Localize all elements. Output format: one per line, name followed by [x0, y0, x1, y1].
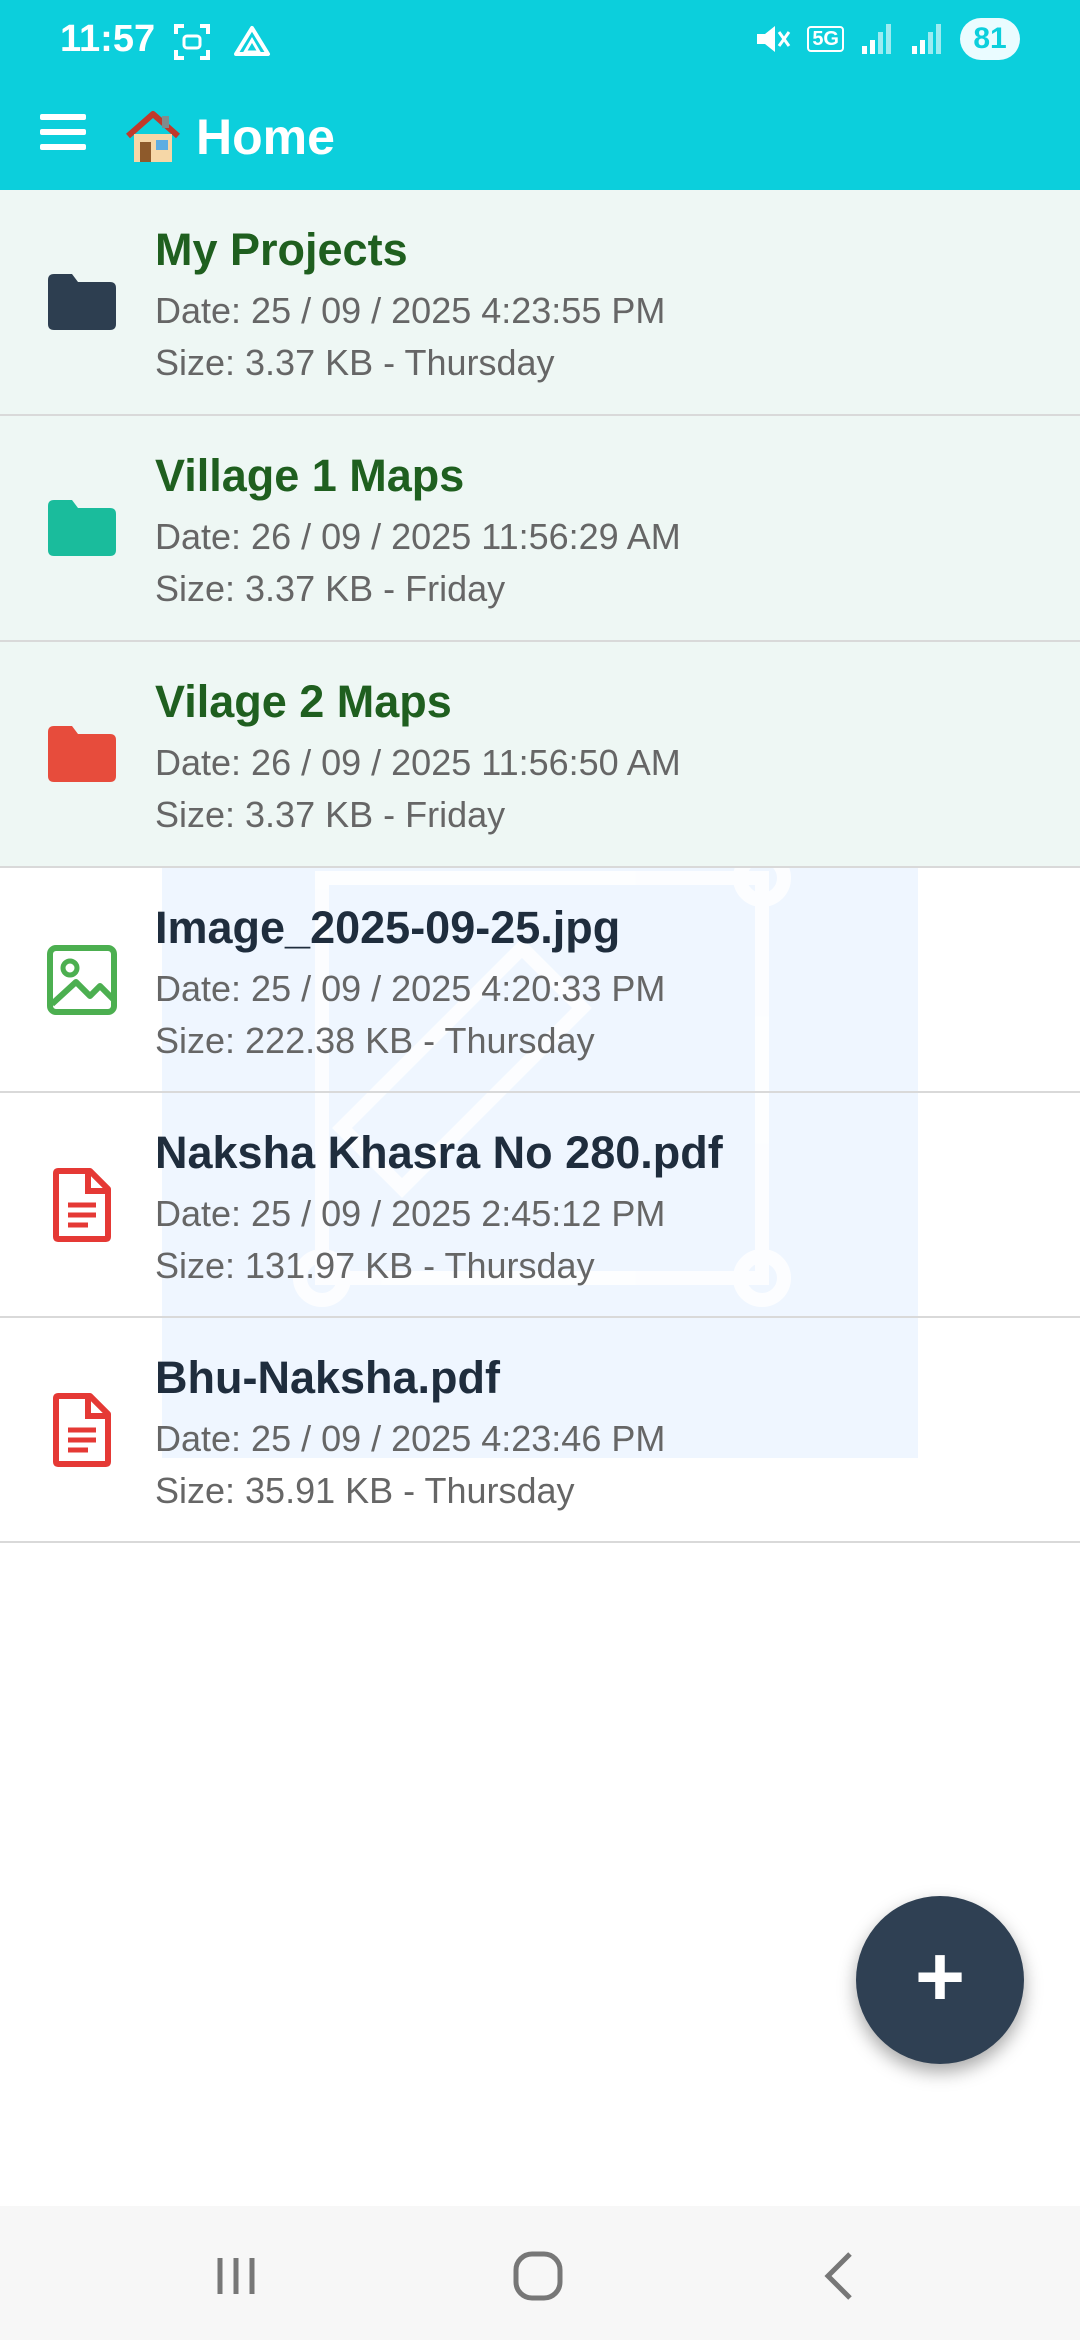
status-time: 11:57	[60, 18, 156, 60]
file-list: My Projects Date: 25 / 09 / 2025 4:23:55…	[0, 190, 1080, 1543]
status-bar: 11:57 5G 81	[0, 0, 1080, 84]
folder-icon	[48, 274, 116, 330]
status-left-icons	[172, 22, 272, 62]
item-name: My Projects	[155, 224, 408, 275]
page-title: Home	[196, 109, 335, 165]
house-emoji-icon	[126, 111, 180, 162]
back-chevron-icon[interactable]	[790, 2236, 890, 2316]
pdf-file-icon	[53, 1168, 111, 1242]
image-file-icon	[47, 945, 117, 1015]
signal-icon	[912, 24, 941, 54]
folder-icon	[48, 500, 116, 556]
item-name: Bhu-Naksha.pdf	[155, 1352, 501, 1403]
folder-row[interactable]: Vilage 2 Maps Date: 26 / 09 / 2025 11:56…	[0, 642, 1080, 868]
item-size: Size: 3.37 KB - Friday	[155, 568, 506, 609]
system-nav-bar	[0, 2206, 1080, 2340]
item-size: Size: 131.97 KB - Thursday	[155, 1245, 595, 1286]
hamburger-menu-icon[interactable]	[40, 114, 86, 160]
item-date: Date: 25 / 09 / 2025 4:23:55 PM	[155, 290, 666, 331]
item-date: Date: 26 / 09 / 2025 11:56:50 AM	[155, 742, 681, 783]
item-size: Size: 3.37 KB - Thursday	[155, 342, 555, 383]
item-name: Image_2025-09-25.jpg	[155, 902, 621, 953]
item-name: Naksha Khasra No 280.pdf	[155, 1127, 723, 1178]
folder-row[interactable]: Village 1 Maps Date: 26 / 09 / 2025 11:5…	[0, 416, 1080, 642]
file-row[interactable]: Image_2025-09-25.jpg Date: 25 / 09 / 202…	[0, 868, 1080, 1093]
item-size: Size: 35.91 KB - Thursday	[155, 1470, 575, 1511]
item-name: Vilage 2 Maps	[155, 676, 452, 727]
item-name: Village 1 Maps	[155, 450, 465, 501]
battery-indicator: 81	[960, 18, 1020, 60]
item-date: Date: 25 / 09 / 2025 4:20:33 PM	[155, 968, 666, 1009]
pdf-file-icon	[53, 1393, 111, 1467]
file-row[interactable]: Naksha Khasra No 280.pdf Date: 25 / 09 /…	[0, 1093, 1080, 1318]
folder-icon	[48, 726, 116, 782]
folder-row[interactable]: My Projects Date: 25 / 09 / 2025 4:23:55…	[0, 190, 1080, 416]
item-date: Date: 26 / 09 / 2025 11:56:29 AM	[155, 516, 681, 557]
home-circle-icon[interactable]	[488, 2236, 588, 2316]
status-right-icons: 5G 81	[753, 18, 1020, 60]
signal-icon	[862, 24, 891, 54]
item-date: Date: 25 / 09 / 2025 4:23:46 PM	[155, 1418, 666, 1459]
mute-icon	[757, 26, 791, 52]
recent-apps-icon[interactable]	[186, 2236, 286, 2316]
add-button[interactable]: +	[856, 1896, 1024, 2064]
file-row[interactable]: Bhu-Naksha.pdf Date: 25 / 09 / 2025 4:23…	[0, 1318, 1080, 1543]
item-size: Size: 3.37 KB - Friday	[155, 794, 506, 835]
app-bar: Home	[0, 84, 1080, 190]
network-5g-badge: 5G	[807, 26, 844, 52]
drive-icon	[234, 26, 270, 56]
item-size: Size: 222.38 KB - Thursday	[155, 1020, 595, 1061]
plus-icon: +	[914, 1929, 966, 2025]
screenshot-icon	[174, 24, 210, 60]
item-date: Date: 25 / 09 / 2025 2:45:12 PM	[155, 1193, 666, 1234]
